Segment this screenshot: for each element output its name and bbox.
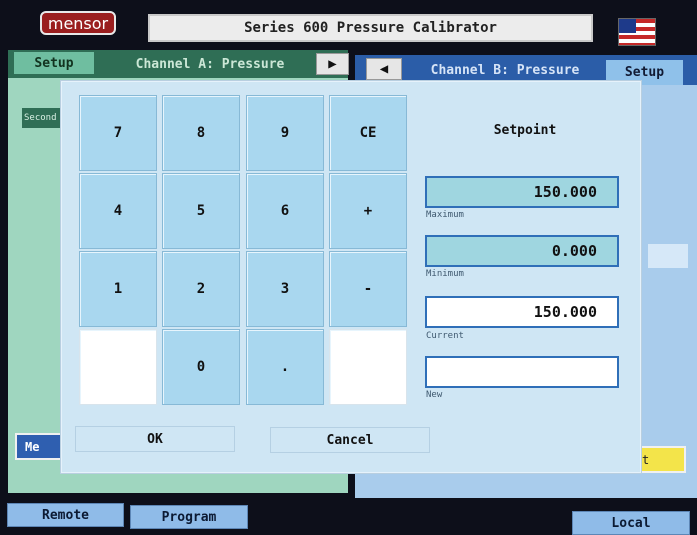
setpoint-title: Setpoint xyxy=(493,122,557,138)
key-7[interactable]: 7 xyxy=(79,95,157,171)
channel-a-title: Channel A: Pressure xyxy=(135,56,285,72)
mensor-logo: mensor xyxy=(40,11,116,35)
key-2[interactable]: 2 xyxy=(162,251,240,327)
maximum-value-display: 150.000 xyxy=(425,176,619,208)
right-arrow-icon[interactable]: ▶ xyxy=(316,53,349,75)
key-6[interactable]: 6 xyxy=(246,173,324,249)
channel-b-title: Channel B: Pressure xyxy=(430,62,580,78)
key-9[interactable]: 9 xyxy=(246,95,324,171)
channel-a-measure-button[interactable]: Me xyxy=(15,433,63,460)
key-4[interactable]: 4 xyxy=(79,173,157,249)
key-5[interactable]: 5 xyxy=(162,173,240,249)
key-8[interactable]: 8 xyxy=(162,95,240,171)
new-label: New xyxy=(426,390,443,400)
remote-button[interactable]: Remote xyxy=(7,503,124,527)
maximum-label: Maximum xyxy=(426,210,464,220)
cancel-button[interactable]: Cancel xyxy=(270,427,430,453)
page-title: Series 600 Pressure Calibrator xyxy=(148,14,593,42)
minimum-value-display: 0.000 xyxy=(425,235,619,267)
minimum-label: Minimum xyxy=(426,269,464,279)
key-blank-right xyxy=(329,329,407,405)
key-plus[interactable]: + xyxy=(329,173,407,249)
ok-button[interactable]: OK xyxy=(75,426,235,452)
key-minus[interactable]: - xyxy=(329,251,407,327)
key-blank-left xyxy=(79,329,157,405)
us-flag-icon[interactable] xyxy=(618,18,656,46)
local-button[interactable]: Local xyxy=(572,511,690,535)
left-arrow-icon[interactable]: ◀ xyxy=(366,58,402,80)
current-label: Current xyxy=(426,331,464,341)
key-clear-entry[interactable]: CE xyxy=(329,95,407,171)
channel-a-setup-button[interactable]: Setup xyxy=(14,52,94,74)
key-0[interactable]: 0 xyxy=(162,329,240,405)
key-3[interactable]: 3 xyxy=(246,251,324,327)
program-button[interactable]: Program xyxy=(130,505,248,529)
key-1[interactable]: 1 xyxy=(79,251,157,327)
new-value-input[interactable] xyxy=(425,356,619,388)
channel-b-side-box xyxy=(648,244,688,268)
key-decimal-point[interactable]: . xyxy=(246,329,324,405)
current-value-display: 150.000 xyxy=(425,296,619,328)
